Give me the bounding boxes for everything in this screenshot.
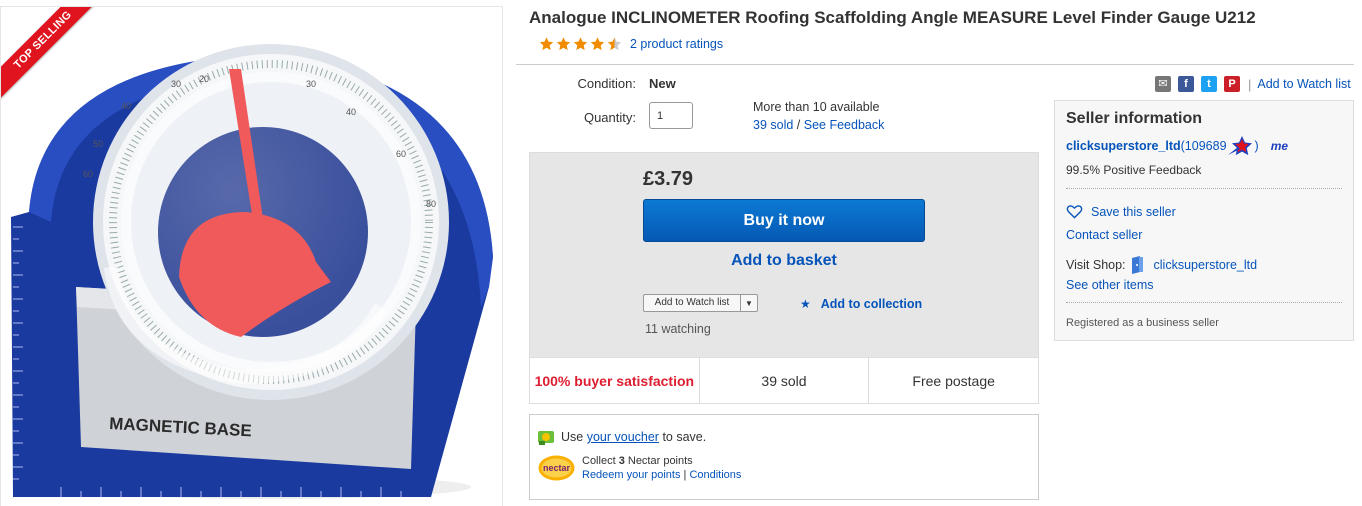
ratings-count-link[interactable]: 2 product ratings	[630, 37, 723, 51]
free-postage: Free postage	[912, 372, 995, 389]
share-bar: ✉ f t P | Add to Watch list	[1155, 76, 1351, 92]
nectar-links: Redeem your points | Conditions	[582, 469, 741, 481]
star-icon	[539, 37, 554, 51]
visit-shop-line: Visit Shop: clicksuperstore_ltd	[1066, 256, 1257, 274]
pinterest-icon[interactable]: P	[1224, 76, 1240, 92]
dotted-divider	[1066, 302, 1342, 303]
svg-text:40: 40	[121, 101, 131, 111]
svg-text:nectar: nectar	[543, 463, 571, 473]
dotted-divider	[1066, 188, 1342, 189]
seller-score-close: )	[1254, 139, 1259, 153]
registered-business-seller: Registered as a business seller	[1066, 317, 1219, 329]
seller-name-line: clicksuperstore_ltd (109689 ) me	[1066, 135, 1288, 157]
svg-text:20: 20	[199, 74, 209, 84]
voucher-use-text: Use	[561, 430, 587, 444]
divider	[516, 64, 1354, 65]
voucher-icon	[538, 431, 554, 445]
add-to-basket-link[interactable]: Add to basket	[643, 252, 925, 270]
stats-row: 100% buyer satisfaction 39 sold Free pos…	[529, 357, 1039, 404]
svg-text:80: 80	[426, 199, 436, 209]
svg-text:50: 50	[93, 139, 103, 149]
star-icon	[573, 37, 588, 51]
svg-text:30: 30	[306, 79, 316, 89]
condition-value: New	[649, 76, 676, 91]
product-image-panel[interactable]: TOP SELLING 20 30 30 40 60 80 40 50 60 M…	[0, 6, 503, 506]
sold-separator: /	[793, 118, 804, 132]
twitter-icon[interactable]: t	[1201, 76, 1217, 92]
chevron-down-icon: ▼	[745, 298, 753, 308]
half-star-icon	[607, 37, 622, 51]
svg-text:60: 60	[83, 169, 93, 179]
shop-name-link[interactable]: clicksuperstore_ltd	[1154, 258, 1258, 272]
add-to-watch-list-link[interactable]: Add to Watch list	[1257, 77, 1350, 91]
product-title: Analogue INCLINOMETER Roofing Scaffoldin…	[529, 8, 1256, 27]
watching-count: 11 watching	[645, 322, 711, 336]
positive-feedback: 99.5% Positive Feedback	[1066, 163, 1202, 177]
svg-text:30: 30	[171, 79, 181, 89]
collect-prefix: Collect	[582, 455, 619, 467]
share-separator: |	[1248, 76, 1252, 92]
me-badge-icon[interactable]: me	[1271, 139, 1288, 153]
watch-list-select-label: Add to Watch list	[644, 295, 741, 311]
rating-stars	[538, 36, 623, 52]
nectar-collect-text: Collect 3 Nectar points	[582, 455, 693, 467]
add-to-collection-label: Add to collection	[820, 297, 923, 311]
top-selling-ribbon: TOP SELLING	[1, 7, 111, 117]
shop-icon	[1131, 256, 1143, 274]
quantity-label: Quantity:	[583, 110, 636, 125]
add-to-watch-list-select[interactable]: Add to Watch list ▼	[643, 294, 758, 312]
star-icon	[590, 37, 605, 51]
collect-suffix: Nectar points	[624, 455, 693, 467]
facebook-icon[interactable]: f	[1178, 76, 1194, 92]
voucher-line: Use your voucher to save.	[561, 430, 706, 444]
your-voucher-link[interactable]: your voucher	[587, 430, 659, 444]
save-seller-link[interactable]: Save this seller	[1066, 204, 1176, 219]
seller-info-title: Seller information	[1066, 110, 1203, 127]
contact-seller-link[interactable]: Contact seller	[1066, 228, 1142, 242]
see-feedback-link[interactable]: See Feedback	[804, 118, 885, 132]
quantity-input[interactable]	[649, 102, 693, 129]
product-rating[interactable]: 2 product ratings	[538, 36, 723, 52]
save-seller-label: Save this seller	[1091, 204, 1176, 219]
buyer-satisfaction: 100% buyer satisfaction	[530, 358, 700, 403]
condition-label: Condition:	[577, 76, 636, 91]
star-icon	[556, 37, 571, 51]
availability-text: More than 10 available	[753, 100, 880, 114]
star-icon: ★	[800, 297, 811, 311]
top-selling-label: TOP SELLING	[1, 7, 108, 105]
seller-score[interactable]: (109689	[1181, 139, 1227, 153]
nectar-logo: nectar	[538, 455, 575, 481]
add-to-collection-link[interactable]: ★ Add to collection	[800, 297, 922, 311]
sold-link[interactable]: 39 sold	[753, 118, 793, 132]
sold-feedback-line: 39 sold / See Feedback	[753, 118, 884, 132]
redeem-points-link[interactable]: Redeem your points	[582, 469, 680, 481]
heart-icon	[1066, 205, 1083, 219]
sold-count: 39 sold	[700, 358, 870, 403]
svg-text:40: 40	[346, 107, 356, 117]
see-other-items-link[interactable]: See other items	[1066, 278, 1154, 292]
price: £3.79	[643, 168, 694, 190]
voucher-save-text: to save.	[658, 430, 707, 444]
conditions-link[interactable]: Conditions	[689, 469, 741, 481]
buy-it-now-button[interactable]: Buy it now	[643, 199, 925, 242]
seller-name-link[interactable]: clicksuperstore_ltd	[1066, 139, 1181, 153]
email-icon[interactable]: ✉	[1155, 76, 1171, 92]
svg-text:60: 60	[396, 149, 406, 159]
visit-shop-label: Visit Shop:	[1066, 258, 1126, 272]
feedback-star-icon	[1227, 136, 1252, 156]
